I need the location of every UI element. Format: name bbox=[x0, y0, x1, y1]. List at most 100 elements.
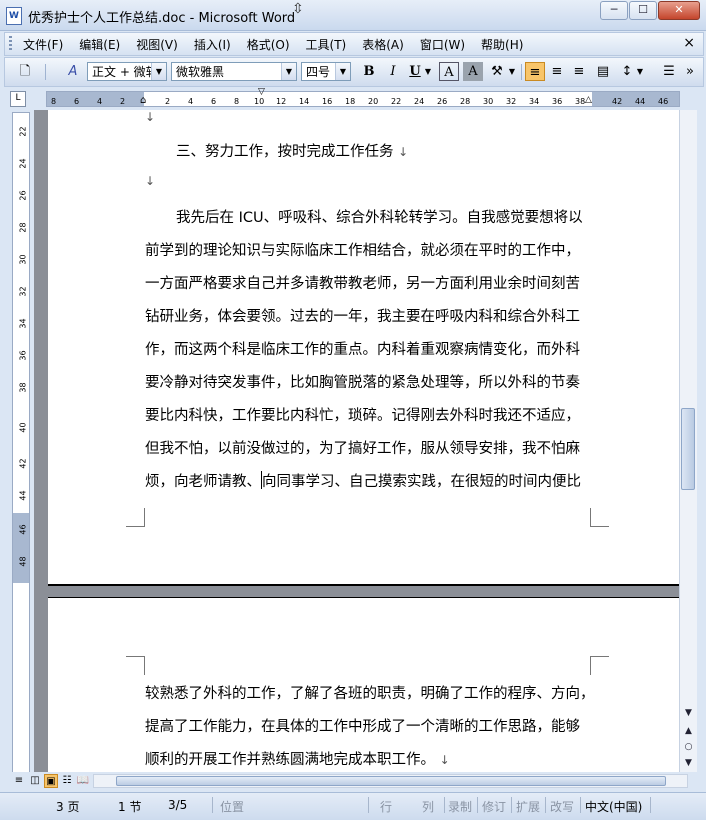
section-heading-text: 三、努力工作，按时完成工作任务 bbox=[176, 144, 394, 160]
chevron-down-icon[interactable]: ▼ bbox=[507, 62, 517, 81]
status-language[interactable]: 中文(中国) bbox=[585, 798, 642, 815]
body-line[interactable]: 作，而这两个科是临床工作的重点。内科着重观察病情变化，而外科 bbox=[145, 338, 580, 359]
body-line[interactable]: 我先后在 ICU、呼吸科、综合外科轮转学习。自我感觉要想将以 bbox=[176, 206, 583, 227]
scroll-down-arrow-icon[interactable]: ▼ bbox=[682, 706, 695, 720]
vruler-number: 36 bbox=[18, 350, 28, 361]
font-size-select[interactable]: 四号 ▼ bbox=[301, 62, 351, 81]
status-position[interactable]: 位置 bbox=[220, 798, 244, 815]
numbering-list-icon[interactable]: ☰ bbox=[659, 62, 679, 81]
font-select[interactable]: 微软雅黑 ▼ bbox=[171, 62, 297, 81]
align-right-button[interactable]: ≡ bbox=[569, 62, 589, 81]
body-line[interactable]: 钻研业务，体会要领。过去的一年，我主要在呼吸内科和综合外科工 bbox=[145, 305, 580, 326]
new-document-icon[interactable]: 🗋 bbox=[15, 62, 35, 81]
ruler-number: 8 bbox=[234, 97, 240, 106]
status-separator bbox=[545, 797, 546, 813]
word-app-icon[interactable]: W bbox=[6, 7, 22, 25]
distributed-align-button[interactable]: ▤ bbox=[593, 62, 613, 81]
vertical-scrollbar[interactable]: ▼ ▲ ○ ▼ bbox=[679, 110, 697, 772]
character-shading-button[interactable]: A bbox=[463, 62, 483, 81]
minimize-button[interactable]: ─ bbox=[600, 1, 628, 20]
status-column[interactable]: 列 bbox=[422, 798, 434, 815]
menubar-grip-icon[interactable] bbox=[9, 36, 12, 51]
underline-button[interactable]: U bbox=[405, 62, 425, 81]
body-line-with-caret[interactable]: 烦，向老师请教、向同事学习、自己摸索实践，在很短的时间内便比 bbox=[145, 470, 581, 491]
vruler-number: 32 bbox=[18, 286, 28, 297]
chevron-down-icon[interactable]: ▼ bbox=[281, 63, 296, 80]
ruler-number: 10 bbox=[254, 97, 265, 106]
maximize-button[interactable]: ☐ bbox=[629, 1, 657, 20]
chevron-down-icon[interactable]: ▼ bbox=[423, 62, 433, 81]
status-overtype[interactable]: 改写 bbox=[550, 798, 574, 815]
align-center-button[interactable]: ≡ bbox=[547, 62, 567, 81]
chevron-down-icon[interactable]: ▼ bbox=[635, 62, 645, 81]
status-page-count[interactable]: 3/5 bbox=[168, 798, 187, 812]
ruler-number: 2 bbox=[165, 97, 171, 106]
menu-view[interactable]: 视图(V) bbox=[136, 36, 178, 53]
outline-view-icon[interactable]: ☷ bbox=[60, 774, 74, 788]
previous-page-icon[interactable]: ▲ bbox=[682, 724, 695, 738]
bold-button[interactable]: B bbox=[359, 62, 379, 81]
ruler-number: 42 bbox=[612, 97, 623, 106]
status-section[interactable]: 1 节 bbox=[118, 798, 141, 815]
web-view-icon[interactable]: ◫ bbox=[28, 774, 42, 788]
window-title: 优秀护士个人工作总结.doc - Microsoft Word bbox=[28, 11, 296, 26]
menu-format[interactable]: 格式(O) bbox=[247, 36, 290, 53]
normal-view-icon[interactable]: ≡ bbox=[12, 774, 26, 788]
italic-button[interactable]: I bbox=[383, 62, 403, 81]
horizontal-scroll-thumb[interactable] bbox=[116, 776, 666, 786]
vertical-ruler[interactable]: 22 24 26 28 30 32 34 36 38 40 42 44 46 4… bbox=[12, 112, 30, 774]
status-record[interactable]: 录制 bbox=[448, 798, 472, 815]
ruler-number: 32 bbox=[506, 97, 517, 106]
page[interactable]: ↓ 三、努力工作，按时完成工作任务 ↓ ↓ 我先后在 ICU、呼吸科、综合外科轮… bbox=[48, 110, 679, 586]
character-border-button[interactable]: A bbox=[439, 62, 459, 81]
menu-table[interactable]: 表格(A) bbox=[362, 36, 404, 53]
ruler-number: 18 bbox=[345, 97, 356, 106]
toolbar-options-icon[interactable]: » bbox=[683, 62, 697, 81]
body-line[interactable]: 但我不怕，以前没做过的，为了搞好工作，服从领导安排，我不怕麻 bbox=[145, 437, 580, 458]
body-line[interactable]: 前学到的理论知识与实际临床工作相结合，就必须在平时的工作中， bbox=[145, 239, 580, 260]
horizontal-scrollbar[interactable] bbox=[93, 774, 688, 788]
select-browse-object-icon[interactable]: ○ bbox=[682, 740, 695, 754]
status-extend[interactable]: 扩展 bbox=[516, 798, 540, 815]
chevron-down-icon[interactable]: ▼ bbox=[335, 63, 350, 80]
first-line-indent-marker-icon[interactable]: ⌂ bbox=[140, 95, 146, 106]
menu-edit[interactable]: 编辑(E) bbox=[79, 36, 120, 53]
document-area[interactable]: ↓ 三、努力工作，按时完成工作任务 ↓ ↓ 我先后在 ICU、呼吸科、综合外科轮… bbox=[34, 110, 679, 772]
body-line[interactable]: 较熟悉了外科的工作，了解了各班的职责，明确了工作的程序、方向， bbox=[145, 682, 595, 703]
paragraph-mark: ↓ bbox=[439, 753, 450, 767]
menu-tools[interactable]: 工具(T) bbox=[306, 36, 347, 53]
body-line[interactable]: 提高了工作能力，在具体的工作中形成了一个清晰的工作思路，能够 bbox=[145, 715, 580, 736]
status-track-changes[interactable]: 修订 bbox=[482, 798, 506, 815]
print-layout-view-icon[interactable]: ▣ bbox=[44, 774, 58, 788]
vruler-number: 48 bbox=[18, 556, 28, 567]
menu-window[interactable]: 窗口(W) bbox=[420, 36, 465, 53]
highlight-icon[interactable]: ⚒ bbox=[487, 62, 507, 81]
menu-file[interactable]: 文件(F) bbox=[23, 36, 63, 53]
close-document-button[interactable]: × bbox=[683, 35, 695, 51]
chevron-down-icon[interactable]: ▼ bbox=[151, 63, 166, 80]
body-line[interactable]: 要冷静对待突发事件，比如胸管脱落的紧急处理等，所以外科的节奏 bbox=[145, 371, 580, 392]
styles-pane-icon[interactable]: A bbox=[63, 62, 83, 81]
align-justify-left-button[interactable]: ≡ bbox=[525, 62, 545, 81]
style-select[interactable]: 正文 + 微软 ▼ bbox=[87, 62, 167, 81]
line-spacing-icon[interactable]: ↕ bbox=[617, 62, 637, 81]
body-line-text: 顺利的开展工作并熟练圆满地完成本职工作。 bbox=[145, 752, 435, 768]
body-line[interactable]: 要比内科快，工作要比内科忙，琐碎。记得刚去外科时我还不适应， bbox=[145, 404, 580, 425]
status-line[interactable]: 行 bbox=[380, 798, 392, 815]
body-line-last[interactable]: 顺利的开展工作并熟练圆满地完成本职工作。 ↓ bbox=[145, 748, 450, 769]
page[interactable]: 较熟悉了外科的工作，了解了各班的职责，明确了工作的程序、方向， 提高了工作能力，… bbox=[48, 597, 679, 772]
menu-insert[interactable]: 插入(I) bbox=[194, 36, 231, 53]
next-page-icon[interactable]: ▼ bbox=[682, 756, 695, 770]
vertical-scroll-thumb[interactable] bbox=[681, 408, 695, 490]
section-heading[interactable]: 三、努力工作，按时完成工作任务 ↓ bbox=[176, 140, 408, 161]
close-window-button[interactable]: ✕ bbox=[658, 1, 700, 20]
hanging-indent-marker-icon[interactable]: ▽ bbox=[258, 87, 265, 97]
status-page[interactable]: 3 页 bbox=[56, 798, 79, 815]
right-indent-marker-icon[interactable]: △ bbox=[585, 95, 592, 105]
reading-view-icon[interactable]: 📖 bbox=[76, 774, 90, 788]
body-line[interactable]: 一方面严格要求自己并多请教带教老师，另一方面利用业余时间刻苦 bbox=[145, 272, 580, 293]
ruler-number: 20 bbox=[368, 97, 379, 106]
paragraph-mark: ↓ bbox=[145, 110, 156, 124]
menu-help[interactable]: 帮助(H) bbox=[481, 36, 523, 53]
tab-selector[interactable]: L bbox=[10, 91, 26, 107]
